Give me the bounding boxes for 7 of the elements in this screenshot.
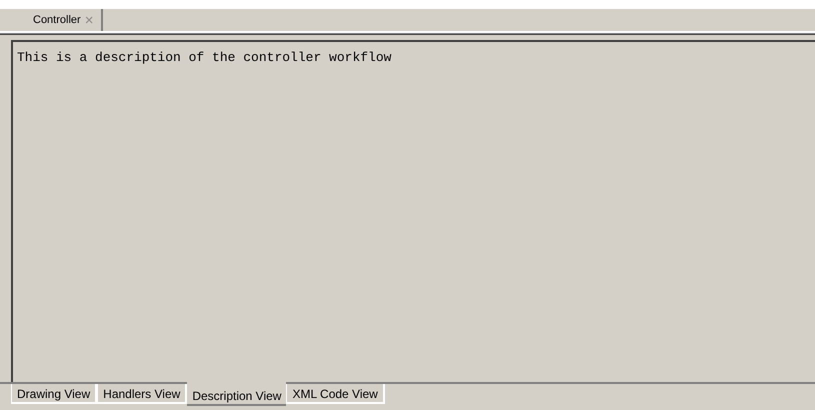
- view-tab[interactable]: XML Code View: [286, 384, 385, 404]
- description-text-area[interactable]: This is a description of the controller workflow: [11, 40, 815, 382]
- editor-tab[interactable]: Controller ×: [0, 9, 104, 31]
- view-tab[interactable]: Drawing View: [11, 384, 98, 404]
- description-text: This is a description of the controller workflow: [17, 50, 392, 65]
- view-tab[interactable]: Description View: [187, 382, 286, 406]
- view-tab[interactable]: Handlers View: [97, 384, 188, 404]
